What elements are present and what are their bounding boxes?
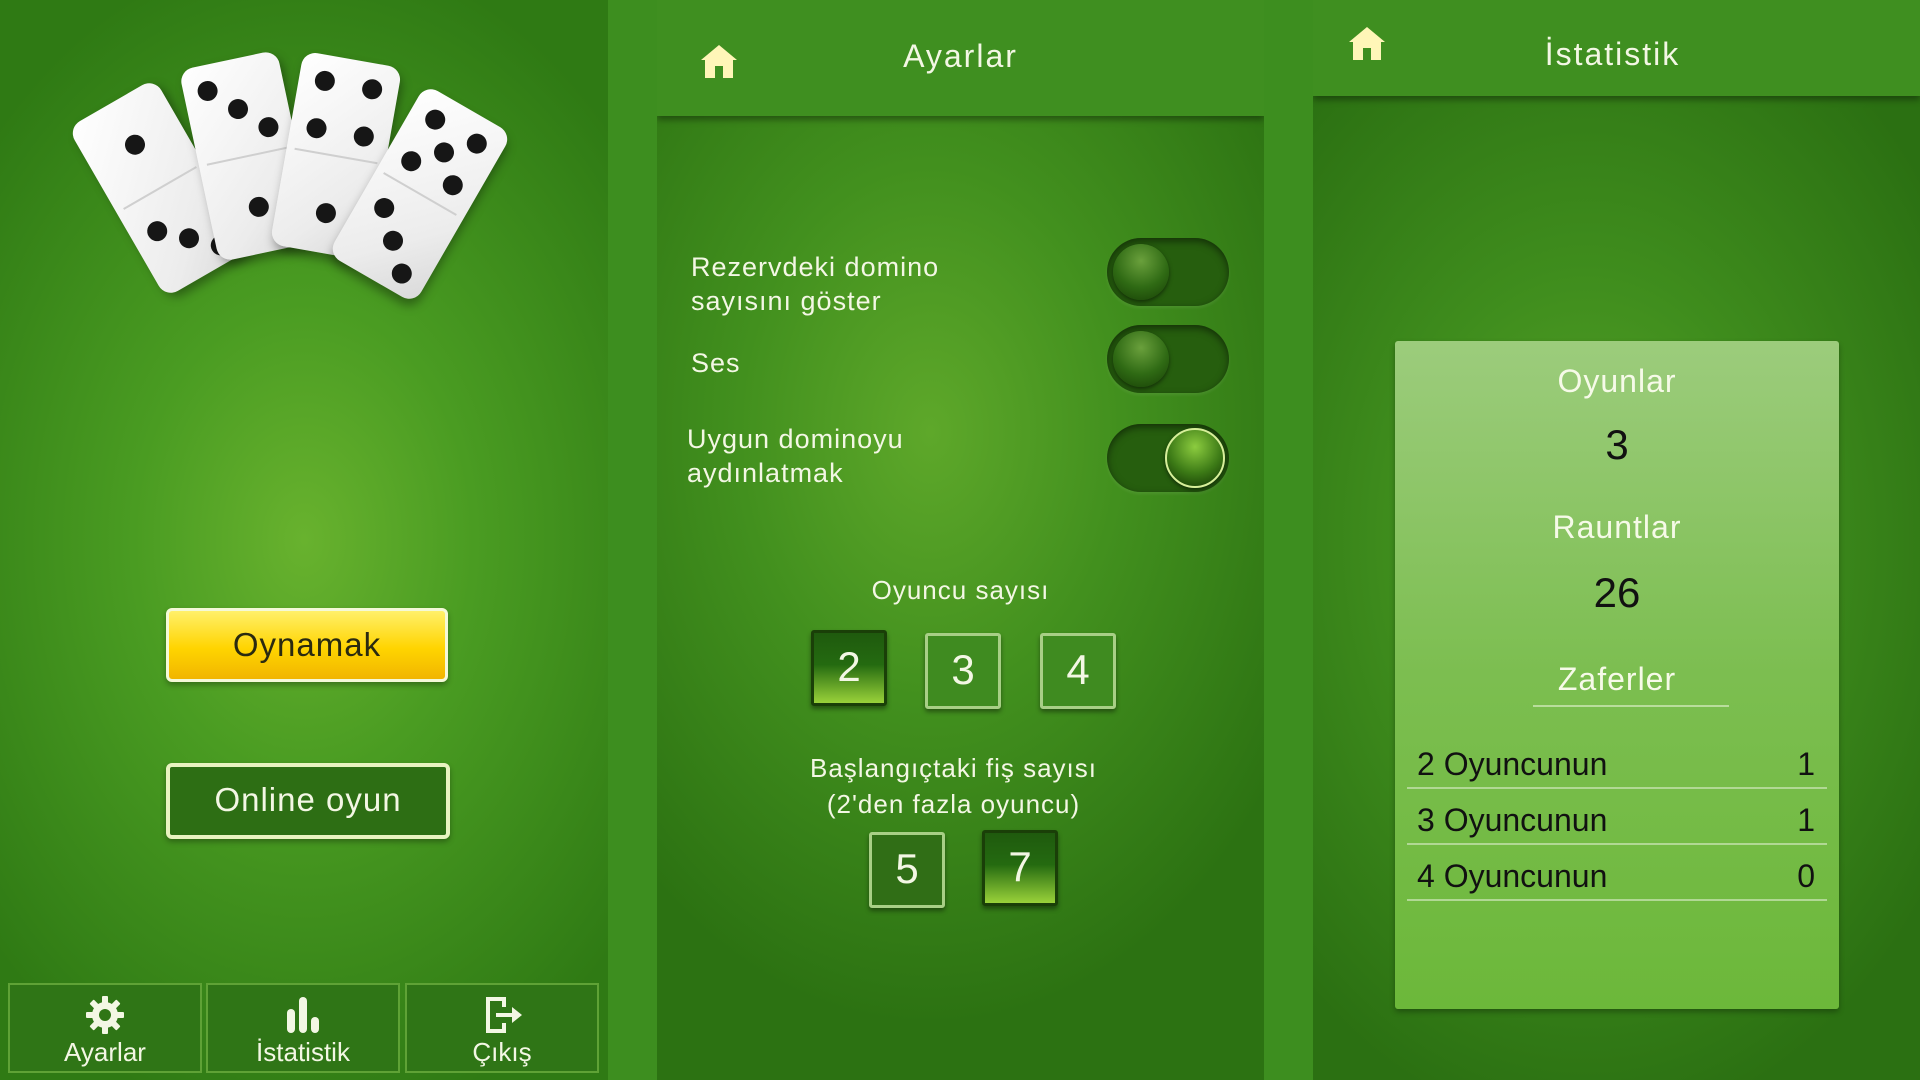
tiles-count-label-line2: (2'den fazla oyuncu) xyxy=(826,789,1081,819)
toggle-label-reserve: Rezervdeki domino sayısını göster xyxy=(691,250,939,318)
rounds-label: Rauntlar xyxy=(1552,509,1682,545)
exit-icon xyxy=(407,993,597,1037)
toggle-label-reserve-line2: sayısını göster xyxy=(691,286,882,316)
statistics-panel: İstatistik Oyunlar 3 Rauntlar 26 Zaferle… xyxy=(1313,0,1920,1080)
nav-settings-button[interactable]: Ayarlar xyxy=(8,983,202,1073)
wins-row: 3 Oyuncunun 1 xyxy=(1407,787,1827,845)
tiles-count-label: Başlangıçtaki fiş sayısı (2'den fazla oy… xyxy=(657,750,1264,822)
wins-row-label: 4 Oyuncunun xyxy=(1417,858,1608,894)
stats-header: İstatistik xyxy=(1313,0,1920,96)
toggle-sound[interactable] xyxy=(1107,325,1229,393)
nav-stats-label: İstatistik xyxy=(256,1037,350,1067)
panel-divider xyxy=(1264,0,1313,1080)
wins-row-value: 0 xyxy=(1797,858,1815,894)
settings-panel: Ayarlar Rezervdeki domino sayısını göste… xyxy=(657,0,1264,1080)
toggle-knob xyxy=(1113,244,1169,300)
wins-row-value: 1 xyxy=(1797,746,1815,782)
gear-icon xyxy=(10,993,200,1037)
nav-exit-label: Çıkış xyxy=(472,1037,532,1067)
panel-divider xyxy=(608,0,657,1080)
wins-underline xyxy=(1533,705,1729,707)
wins-row: 4 Oyuncunun 0 xyxy=(1407,843,1827,901)
toggle-label-reserve-line1: Rezervdeki domino xyxy=(691,252,940,282)
settings-header: Ayarlar xyxy=(657,0,1264,116)
bar-chart-icon xyxy=(208,993,398,1037)
tiles-count-label-line1: Başlangıçtaki fiş sayısı xyxy=(810,753,1097,783)
wins-row-value: 1 xyxy=(1797,802,1815,838)
games-value: 3 xyxy=(1605,421,1629,468)
nav-exit-button[interactable]: Çıkış xyxy=(405,983,599,1073)
play-button[interactable]: Oynamak xyxy=(166,608,448,682)
online-game-button[interactable]: Online oyun xyxy=(166,763,450,839)
wins-row-label: 3 Oyuncunun xyxy=(1417,802,1608,838)
wins-row: 2 Oyuncunun 1 xyxy=(1407,731,1827,789)
tiles-option-5[interactable]: 5 xyxy=(869,832,945,908)
toggle-knob xyxy=(1165,428,1225,488)
main-menu-panel: Oynamak Online oyun Ayarlar İstatistik Ç… xyxy=(0,0,608,1080)
players-option-4[interactable]: 4 xyxy=(1040,633,1116,709)
stats-card: Oyunlar 3 Rauntlar 26 Zaferler 2 Oyuncun… xyxy=(1395,341,1839,1009)
toggle-label-highlight-line2: aydınlatmak xyxy=(687,458,844,488)
nav-stats-button[interactable]: İstatistik xyxy=(206,983,400,1073)
toggle-label-highlight-line1: Uygun dominoyu xyxy=(687,424,904,454)
games-label: Oyunlar xyxy=(1557,363,1677,399)
tiles-option-7[interactable]: 7 xyxy=(982,830,1058,906)
wins-row-label: 2 Oyuncunun xyxy=(1417,746,1608,782)
rounds-value: 26 xyxy=(1593,569,1641,616)
toggle-knob xyxy=(1113,331,1169,387)
stats-title: İstatistik xyxy=(1544,36,1681,72)
toggle-reserve-count[interactable] xyxy=(1107,238,1229,306)
players-option-2[interactable]: 2 xyxy=(811,630,887,706)
players-count-label: Oyuncu sayısı xyxy=(871,575,1050,605)
toggle-label-highlight: Uygun dominoyu aydınlatmak xyxy=(687,422,904,490)
wins-label: Zaferler xyxy=(1557,661,1677,697)
settings-title: Ayarlar xyxy=(903,38,1018,74)
toggle-label-sound: Ses xyxy=(691,348,741,378)
toggle-highlight-domino[interactable] xyxy=(1107,424,1229,492)
nav-settings-label: Ayarlar xyxy=(64,1037,146,1067)
players-option-3[interactable]: 3 xyxy=(925,633,1001,709)
